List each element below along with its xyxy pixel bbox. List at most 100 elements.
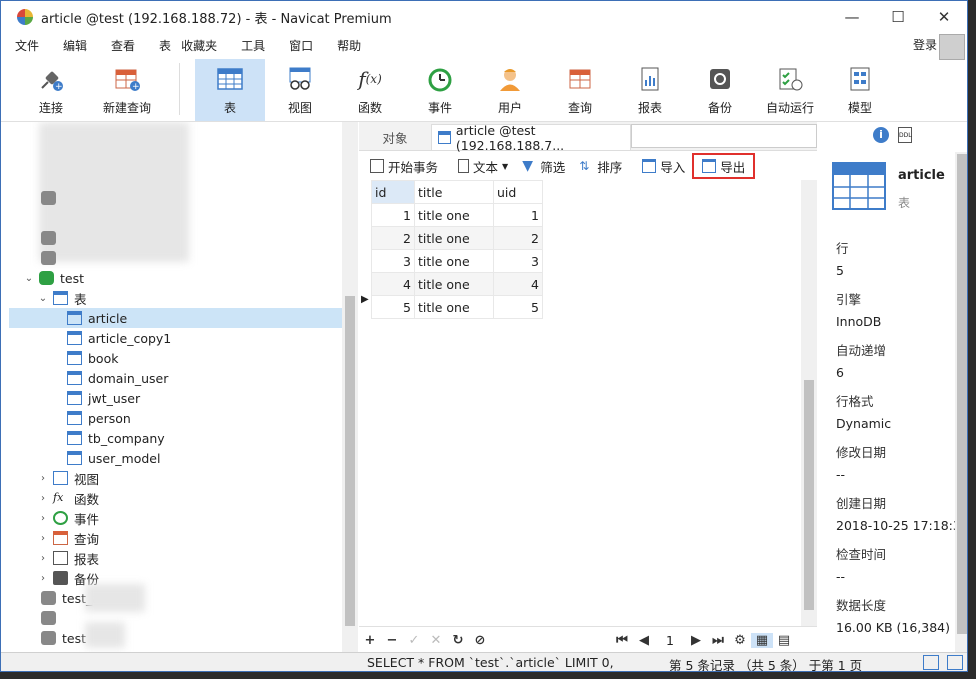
- menu-edit[interactable]: 编辑: [63, 37, 87, 54]
- menu-window[interactable]: 窗口: [289, 37, 313, 54]
- toolbar-report[interactable]: 报表: [619, 59, 681, 121]
- tree-table-article-copy1[interactable]: article_copy1: [67, 328, 171, 348]
- tree-functions-group[interactable]: › fx 函数: [37, 488, 99, 508]
- grid-view-button[interactable]: ▦: [751, 632, 773, 648]
- menu-favorites[interactable]: 收藏夹: [181, 37, 217, 54]
- toolbar-function[interactable]: f (x) 函数: [339, 59, 401, 121]
- chevron-right-icon[interactable]: ›: [37, 473, 49, 484]
- info-icon[interactable]: i: [873, 127, 889, 143]
- tab-article[interactable]: article @test (192.168.188.7...: [431, 123, 631, 153]
- grid-scrollbar[interactable]: [801, 180, 817, 626]
- column-header-uid[interactable]: uid: [493, 180, 543, 204]
- query-icon: [53, 531, 68, 545]
- tree-tables-group[interactable]: ⌄ 表: [37, 288, 87, 308]
- tree-table-article[interactable]: article: [9, 308, 342, 328]
- chevron-right-icon[interactable]: ›: [37, 573, 49, 584]
- toolbar-view[interactable]: 视图: [269, 59, 331, 121]
- chevron-right-icon[interactable]: ›: [37, 533, 49, 544]
- discard-button[interactable]: ✕: [425, 633, 447, 648]
- tree-table-tb-company[interactable]: tb_company: [67, 428, 165, 448]
- details-scrollbar[interactable]: [955, 152, 967, 652]
- menu-table[interactable]: 表: [159, 37, 171, 54]
- prev-page-button[interactable]: ◀: [633, 633, 655, 648]
- tree-reports-group[interactable]: › 报表: [37, 548, 99, 568]
- tree-table-jwt-user[interactable]: jwt_user: [67, 388, 140, 408]
- tree-db-hidden-1[interactable]: [41, 188, 62, 208]
- chevron-down-icon[interactable]: ⌄: [23, 273, 35, 284]
- export-button[interactable]: 导出: [692, 153, 756, 179]
- scrollbar-thumb[interactable]: [804, 380, 814, 610]
- tree-db-test[interactable]: ⌄ test: [23, 268, 84, 288]
- view-icon: [286, 65, 314, 93]
- next-page-button[interactable]: ▶: [685, 633, 707, 648]
- toolbar-backup[interactable]: 备份: [689, 59, 751, 121]
- import-button[interactable]: 导入: [639, 154, 688, 178]
- sort-button[interactable]: ⇅ 排序: [576, 154, 625, 178]
- toolbar-event[interactable]: 事件: [409, 59, 471, 121]
- table-row[interactable]: 5 title one 5: [371, 295, 543, 319]
- minimize-button[interactable]: —: [829, 1, 875, 33]
- page-number[interactable]: 1: [655, 633, 685, 648]
- tree-table-person[interactable]: person: [67, 408, 131, 428]
- tree-scrollbar[interactable]: [342, 122, 358, 652]
- toolbar-connect[interactable]: + 连接: [21, 59, 81, 121]
- toolbar-new-query[interactable]: + 新建查询: [93, 59, 161, 121]
- tree-db-test-2[interactable]: test: [41, 628, 86, 648]
- tree-db-hidden-4[interactable]: [41, 608, 62, 628]
- toolbar-query[interactable]: 查询: [549, 59, 611, 121]
- tree-db-hidden-3[interactable]: [41, 248, 62, 268]
- svg-text:+: +: [55, 82, 63, 92]
- tree-db-hidden-2[interactable]: [41, 228, 62, 248]
- toggle-left-panel-icon[interactable]: [923, 655, 939, 670]
- refresh-button[interactable]: ↻: [447, 633, 469, 648]
- table-row[interactable]: 3 title one 3: [371, 249, 543, 273]
- menu-file[interactable]: 文件: [15, 37, 39, 54]
- tab-search-field[interactable]: [631, 124, 817, 148]
- tree-queries-group[interactable]: › 查询: [37, 528, 99, 548]
- filter-button[interactable]: ▼ 筛选: [519, 154, 568, 178]
- add-record-button[interactable]: +: [359, 633, 381, 648]
- view-icon: [53, 471, 68, 485]
- apply-button[interactable]: ✓: [403, 633, 425, 648]
- first-page-button[interactable]: ⏮: [611, 633, 633, 648]
- toolbar-user[interactable]: 用户: [479, 59, 541, 121]
- begin-transaction-button[interactable]: 开始事务: [367, 154, 441, 178]
- stop-button[interactable]: ⊘: [469, 633, 491, 648]
- form-view-button[interactable]: ▤: [773, 633, 795, 648]
- tree-table-user-model[interactable]: user_model: [67, 448, 160, 468]
- avatar[interactable]: [939, 34, 965, 60]
- tree-table-domain-user[interactable]: domain_user: [67, 368, 168, 388]
- text-button[interactable]: 文本 ▼: [455, 154, 511, 178]
- ddl-icon[interactable]: DDL: [898, 127, 912, 143]
- menu-tools[interactable]: 工具: [241, 37, 265, 54]
- table-row[interactable]: 2 title one 2: [371, 226, 543, 250]
- toolbar-model[interactable]: 模型: [829, 59, 891, 121]
- object-name: article: [898, 168, 945, 183]
- filter-icon: ▼: [522, 158, 533, 174]
- chevron-right-icon[interactable]: ›: [37, 513, 49, 524]
- scrollbar-thumb[interactable]: [957, 154, 967, 634]
- tab-objects[interactable]: 对象: [359, 124, 431, 150]
- chevron-down-icon[interactable]: ⌄: [37, 293, 49, 304]
- table-row[interactable]: 1 title one 1: [371, 203, 543, 227]
- close-button[interactable]: ✕: [921, 1, 967, 33]
- toolbar-automation[interactable]: 自动运行: [759, 59, 821, 121]
- menu-view[interactable]: 查看: [111, 37, 135, 54]
- toolbar-table[interactable]: 表: [195, 59, 265, 121]
- delete-record-button[interactable]: −: [381, 633, 403, 648]
- last-page-button[interactable]: ⏭: [707, 633, 729, 648]
- column-header-title[interactable]: title: [414, 180, 494, 204]
- chevron-right-icon[interactable]: ›: [37, 553, 49, 564]
- tree-views-group[interactable]: › 视图: [37, 468, 99, 488]
- toggle-right-panel-icon[interactable]: [947, 655, 963, 670]
- tree-events-group[interactable]: › 事件: [37, 508, 99, 528]
- scrollbar-thumb[interactable]: [345, 296, 355, 626]
- table-row[interactable]: 4 title one 4: [371, 272, 543, 296]
- chevron-right-icon[interactable]: ›: [37, 493, 49, 504]
- tree-table-book[interactable]: book: [67, 348, 118, 368]
- menu-help[interactable]: 帮助: [337, 37, 361, 54]
- maximize-button[interactable]: ☐: [875, 1, 921, 33]
- login-link[interactable]: 登录: [913, 36, 937, 53]
- settings-gear-icon[interactable]: ⚙: [729, 633, 751, 648]
- column-header-id[interactable]: id: [371, 180, 415, 204]
